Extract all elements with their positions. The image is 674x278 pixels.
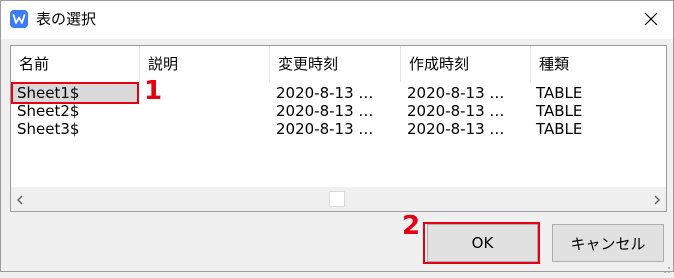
- horizontal-scrollbar[interactable]: [11, 187, 666, 211]
- annotation-step-2: 2: [402, 211, 421, 241]
- row-name: Sheet3$: [17, 120, 80, 138]
- row-name: Sheet1$: [13, 84, 139, 102]
- row-created: 2020-8-13 …: [407, 120, 505, 138]
- scroll-right-button[interactable]: [648, 187, 666, 211]
- row-type: TABLE: [536, 102, 583, 120]
- table-list[interactable]: 名前 説明 変更時刻 作成時刻 種類 Sheet1$ 2020-8-13 … 2…: [10, 45, 667, 212]
- row-modified: 2020-8-13 …: [276, 84, 374, 102]
- cancel-button[interactable]: キャンセル: [552, 224, 664, 262]
- column-header-created[interactable]: 作成時刻: [401, 46, 531, 82]
- scroll-thumb[interactable]: [329, 191, 345, 207]
- row-modified: 2020-8-13 …: [276, 120, 374, 138]
- chevron-right-icon: [653, 190, 661, 209]
- scroll-left-button[interactable]: [11, 187, 29, 211]
- close-button[interactable]: [633, 4, 669, 36]
- row-created: 2020-8-13 …: [407, 102, 505, 120]
- row-modified: 2020-8-13 …: [276, 102, 374, 120]
- window-title: 表の選択: [36, 10, 97, 28]
- annotation-step-1: 1: [144, 76, 163, 106]
- table-header: 名前 説明 変更時刻 作成時刻 種類: [11, 46, 666, 82]
- table-row[interactable]: Sheet1$ 2020-8-13 … 2020-8-13 … TABLE: [11, 84, 666, 102]
- close-icon: [644, 11, 658, 30]
- row-type: TABLE: [536, 120, 583, 138]
- row-name: Sheet2$: [17, 102, 80, 120]
- column-header-type[interactable]: 種類: [531, 46, 666, 82]
- wps-w-icon: [10, 10, 28, 28]
- title-bar: 表の選択: [1, 1, 673, 39]
- dialog-window: 表の選択 名前 説明 変更時刻 作成時刻 種類 Sheet1$ 2020-8-1…: [0, 0, 674, 273]
- ok-button[interactable]: OK: [427, 224, 538, 262]
- resize-grip-icon[interactable]: [661, 259, 671, 273]
- chevron-left-icon: [16, 190, 24, 209]
- row-type: TABLE: [536, 84, 583, 102]
- table-row[interactable]: Sheet2$ 2020-8-13 … 2020-8-13 … TABLE: [11, 102, 666, 120]
- column-header-name[interactable]: 名前: [11, 46, 140, 82]
- row-created: 2020-8-13 …: [407, 84, 505, 102]
- column-header-modified[interactable]: 変更時刻: [270, 46, 401, 82]
- row-description: [140, 120, 270, 138]
- table-row[interactable]: Sheet3$ 2020-8-13 … 2020-8-13 … TABLE: [11, 120, 666, 138]
